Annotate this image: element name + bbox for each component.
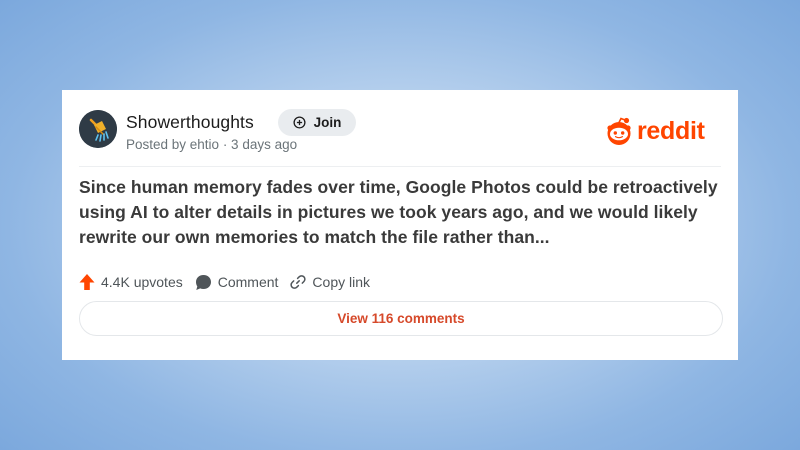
join-label: Join bbox=[313, 115, 342, 130]
upvote-count: 4.4K upvotes bbox=[101, 274, 183, 290]
reddit-post-card: Showerthoughts Join Posted by ehtio · 3 … bbox=[62, 90, 738, 360]
view-comments-label: View 116 comments bbox=[337, 311, 465, 326]
post-actions: 4.4K upvotes Comment Copy link bbox=[79, 272, 382, 292]
subreddit-name[interactable]: Showerthoughts bbox=[126, 112, 254, 133]
plus-circle-icon bbox=[293, 116, 306, 129]
upvote-arrow-icon bbox=[79, 274, 95, 290]
reddit-snoo-icon bbox=[607, 117, 631, 145]
post-meta: Posted by ehtio · 3 days ago bbox=[126, 137, 298, 152]
comment-label: Comment bbox=[217, 274, 279, 290]
copy-link-label: Copy link bbox=[312, 274, 371, 290]
reddit-wordmark: reddit bbox=[637, 117, 705, 145]
comment-button[interactable]: Comment bbox=[195, 274, 279, 291]
post-title[interactable]: Since human memory fades over time, Goog… bbox=[79, 175, 724, 250]
copy-link-button[interactable]: Copy link bbox=[290, 274, 370, 290]
view-comments-button[interactable]: View 116 comments bbox=[79, 301, 723, 336]
header-divider bbox=[79, 166, 721, 167]
subreddit-avatar[interactable] bbox=[79, 110, 117, 148]
showerhead-icon bbox=[79, 110, 117, 148]
link-icon bbox=[290, 275, 307, 289]
reddit-logo[interactable]: reddit bbox=[604, 116, 705, 146]
upvote-button[interactable]: 4.4K upvotes bbox=[79, 273, 183, 291]
join-button[interactable]: Join bbox=[278, 109, 356, 136]
comment-bubble-icon bbox=[195, 274, 211, 290]
